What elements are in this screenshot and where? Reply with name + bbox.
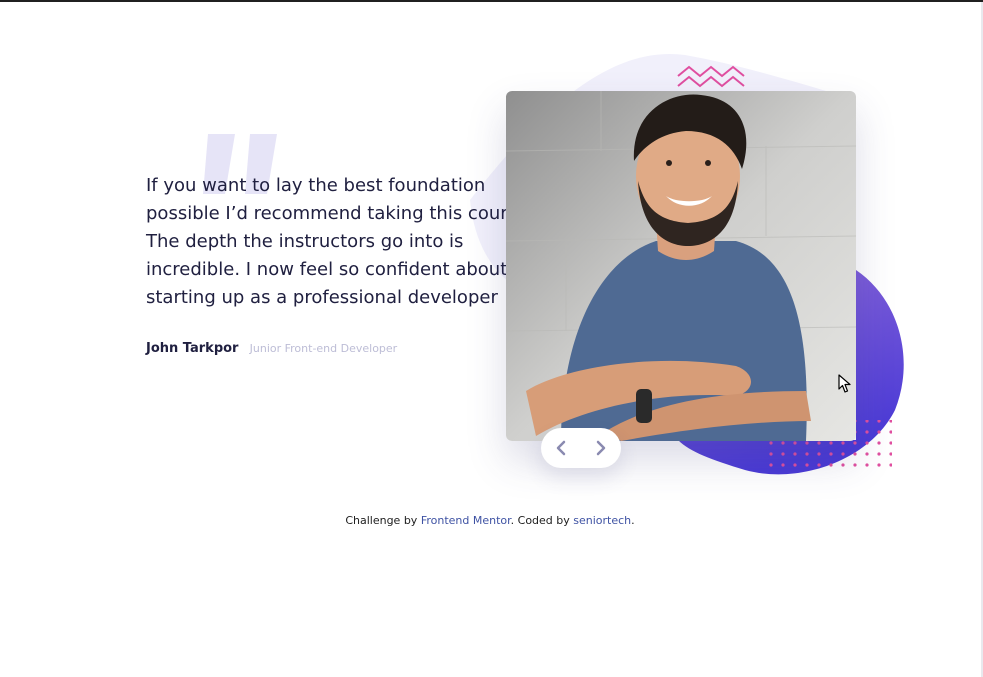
attribution-suffix: . (631, 514, 635, 527)
slider-navigation (541, 428, 621, 468)
testimonial-quote: If you want to lay the best foundation p… (146, 175, 534, 308)
attribution-prefix: Challenge by (345, 514, 421, 527)
testimonial-photo (506, 91, 856, 441)
attribution: Challenge by Frontend Mentor. Coded by s… (0, 512, 980, 530)
attribution-middle: . Coded by (510, 514, 574, 527)
next-button[interactable] (581, 428, 621, 468)
author-role: Junior Front-end Developer (249, 342, 398, 355)
prev-button[interactable] (541, 428, 581, 468)
author-info: John Tarkpor Junior Front-end Developer (146, 339, 397, 359)
author-name: John Tarkpor (146, 341, 239, 356)
author-link[interactable]: seniortech (573, 514, 631, 527)
chevron-right-icon (596, 440, 606, 456)
chevron-left-icon (556, 440, 566, 456)
mouse-cursor-icon (838, 374, 851, 393)
frontend-mentor-link[interactable]: Frontend Mentor (421, 514, 511, 527)
